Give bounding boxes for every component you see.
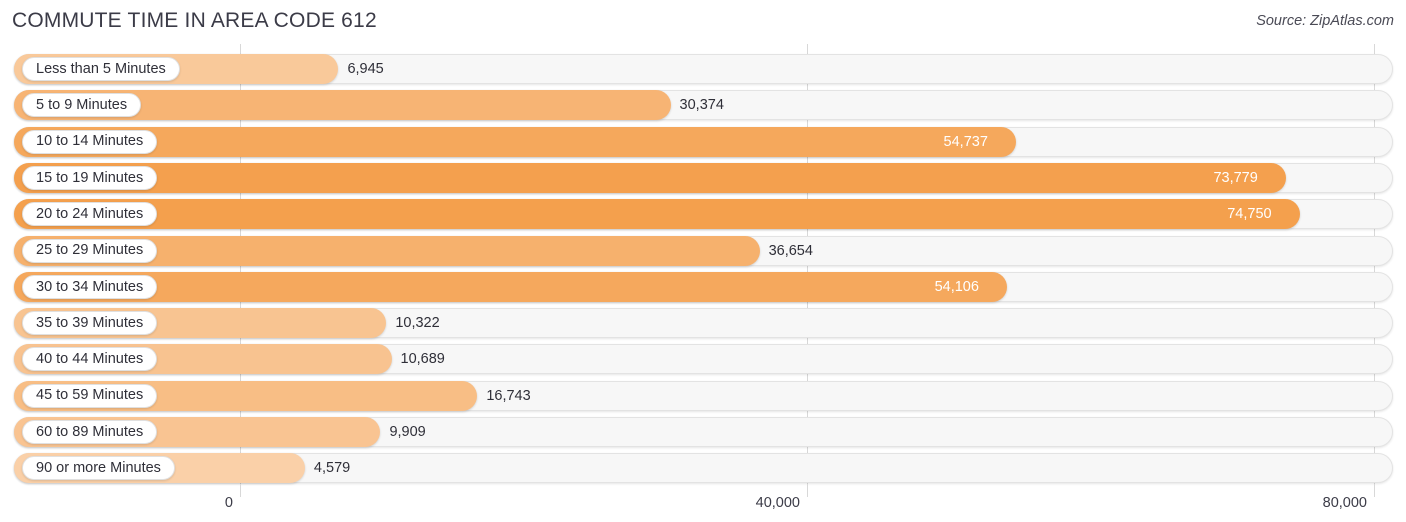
axis-tick-mark — [239, 484, 241, 497]
bar-row[interactable]: 40 to 44 Minutes 10,689 — [0, 344, 1406, 375]
category-label-text: 60 to 89 Minutes — [36, 423, 144, 440]
bar-row[interactable]: 30 to 34 Minutes 54,106 — [0, 271, 1406, 302]
bar-value-label: 54,106 — [934, 278, 979, 295]
axis-tick-label: 40,000 — [755, 495, 800, 511]
bar-value-label: 16,743 — [486, 387, 531, 404]
bar-value-label: 10,322 — [395, 315, 440, 332]
category-label-pill: 45 to 59 Minutes — [22, 383, 158, 408]
bar-row[interactable]: 5 to 9 Minutes 30,374 — [0, 90, 1406, 121]
axis-tick-mark — [1373, 484, 1375, 497]
axis-tick-mark — [806, 484, 808, 497]
category-label-pill: 60 to 89 Minutes — [22, 420, 158, 444]
category-label-pill: 90 or more Minutes — [22, 456, 175, 481]
bar-row[interactable]: Less than 5 Minutes 6,945 — [0, 54, 1406, 84]
bar-row[interactable]: 90 or more Minutes 4,579 — [0, 453, 1406, 484]
category-label-pill: 25 to 29 Minutes — [22, 238, 158, 263]
category-label-text: Less than 5 Minutes — [36, 60, 166, 77]
bar-value-label: 9,909 — [389, 424, 426, 440]
bar-row[interactable]: 20 to 24 Minutes 74,750 — [0, 199, 1406, 230]
category-label-text: 45 to 59 Minutes — [36, 387, 144, 404]
bar-row[interactable]: 10 to 14 Minutes 54,737 — [0, 126, 1406, 157]
page-title: COMMUTE TIME IN AREA CODE 612 — [12, 9, 377, 32]
bar-rows: Less than 5 Minutes 6,945 5 to 9 Minutes 30… — [0, 44, 1406, 484]
category-label-text: 40 to 44 Minutes — [36, 351, 144, 368]
bar-row[interactable]: 25 to 29 Minutes 36,654 — [0, 235, 1406, 266]
bar-value-label: 74,750 — [1227, 206, 1272, 223]
bar-row[interactable]: 45 to 59 Minutes 16,743 — [0, 380, 1406, 411]
category-label-pill: 5 to 9 Minutes — [22, 93, 142, 118]
bar-row[interactable]: 15 to 19 Minutes 73,779 — [0, 162, 1406, 193]
category-label-text: 35 to 39 Minutes — [36, 314, 144, 331]
bar-row[interactable]: 60 to 89 Minutes 9,909 — [0, 417, 1406, 447]
category-label-pill: 35 to 39 Minutes — [22, 311, 158, 336]
category-label-text: 90 or more Minutes — [36, 460, 161, 477]
chart-plot-area: Less than 5 Minutes 6,945 5 to 9 Minutes 30… — [0, 44, 1406, 484]
source-attribution: Source: ZipAtlas.com — [1256, 13, 1394, 29]
category-label-text: 5 to 9 Minutes — [36, 97, 128, 114]
bar-value-label: 73,779 — [1213, 169, 1258, 186]
bar-value-label: 36,654 — [768, 242, 813, 259]
bar-value-label: 6,945 — [347, 61, 384, 77]
axis-tick-label: 0 — [224, 495, 233, 511]
axis-tick-label: 80,000 — [1322, 495, 1367, 511]
category-label-pill: Less than 5 Minutes — [22, 57, 180, 81]
category-label-text: 25 to 29 Minutes — [36, 242, 144, 259]
bar-value-label: 30,374 — [679, 97, 724, 114]
bar-row[interactable]: 35 to 39 Minutes 10,322 — [0, 308, 1406, 339]
bar-value-label: 54,737 — [943, 133, 988, 150]
bar-value-label: 10,689 — [400, 351, 445, 368]
category-label-pill: 40 to 44 Minutes — [22, 347, 158, 372]
x-axis: 0 40,000 80,000 — [0, 484, 1406, 522]
chart-header: COMMUTE TIME IN AREA CODE 612 Source: Zi… — [0, 0, 1406, 44]
bar-value-label: 4,579 — [313, 460, 351, 477]
